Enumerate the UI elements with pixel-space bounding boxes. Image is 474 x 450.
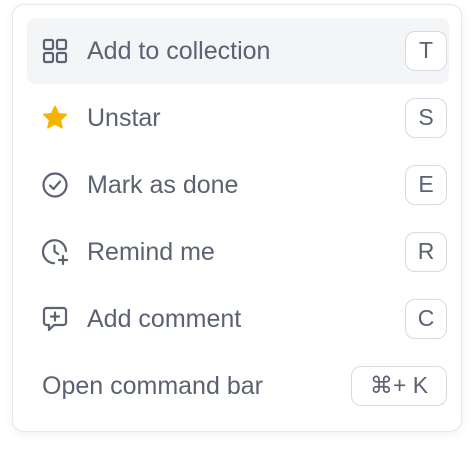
shortcut-key: S <box>405 98 447 138</box>
check-circle-icon <box>41 171 69 199</box>
grid-icon <box>41 37 69 65</box>
menu-item-label: Mark as done <box>87 171 239 199</box>
shortcut-key: R <box>405 232 447 272</box>
menu-item-open-command-bar[interactable]: Open command bar ⌘+ K <box>27 353 449 419</box>
menu-item-label: Unstar <box>87 104 161 132</box>
context-menu: Add to collection T Unstar S Mark as don… <box>12 4 462 432</box>
menu-item-remind-me[interactable]: Remind me R <box>27 219 449 285</box>
shortcut-key: T <box>405 31 447 71</box>
menu-item-add-comment[interactable]: Add comment C <box>27 286 449 352</box>
menu-item-label: Remind me <box>87 238 215 266</box>
menu-item-label: Add comment <box>87 305 242 333</box>
menu-item-add-to-collection[interactable]: Add to collection T <box>27 18 449 84</box>
clock-plus-icon <box>41 238 69 266</box>
shortcut-key: C <box>405 299 447 339</box>
shortcut-key: E <box>405 165 447 205</box>
comment-plus-icon <box>41 305 69 333</box>
menu-item-mark-as-done[interactable]: Mark as done E <box>27 152 449 218</box>
menu-item-label: Open command bar <box>42 372 263 400</box>
star-icon <box>41 104 69 132</box>
menu-item-unstar[interactable]: Unstar S <box>27 85 449 151</box>
menu-item-label: Add to collection <box>87 37 271 65</box>
shortcut-key: ⌘+ K <box>351 366 447 406</box>
